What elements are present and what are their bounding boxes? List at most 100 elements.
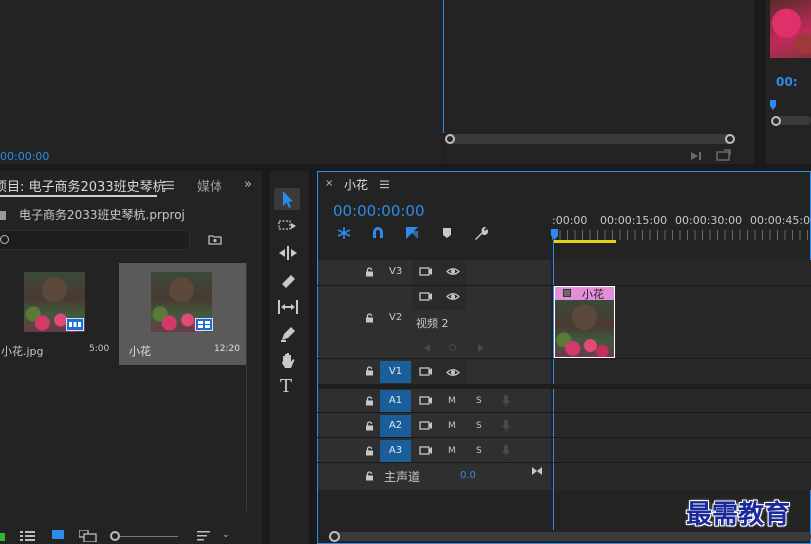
v3-lock-icon[interactable] [365,267,374,277]
sequence-badge-icon [195,318,213,331]
a2-solo-button[interactable]: S [476,421,482,431]
project-bin-icon [0,211,6,220]
a3-lock-icon[interactable] [365,446,374,456]
v1-source-patch[interactable]: V1 [380,361,411,383]
program-scroll-handle[interactable] [771,116,781,126]
media-browser-tab[interactable]: 媒体 [197,176,221,195]
a1-voiceover-mic-icon[interactable] [502,394,510,408]
v2-toggle-output-icon[interactable] [419,291,433,302]
icon-view-icon[interactable] [52,530,64,539]
v2-eye-icon[interactable] [446,292,460,301]
still-image-badge-icon [66,318,84,331]
list-view-icon[interactable] [20,530,36,542]
a2-source-patch[interactable]: A2 [380,415,411,437]
zoom-slider-track[interactable] [116,536,178,537]
type-tool-icon[interactable]: T [280,378,292,396]
selection-tool-icon[interactable] [274,188,300,210]
freeform-view-icon[interactable] [79,530,97,542]
master-track-label: 主声道 [384,470,421,484]
snap-icon[interactable] [371,226,385,240]
v3-eye-icon[interactable] [446,267,460,276]
close-tab-icon[interactable]: × [325,178,333,189]
clip-fx-badge-icon [563,289,571,297]
item-2-duration: 12:20 [214,344,240,354]
search-input[interactable] [0,230,190,250]
v3-label: V3 [389,266,403,277]
timeline-settings-wrench-icon[interactable] [472,225,488,241]
razor-tool-icon[interactable] [279,272,297,288]
a3-source-patch[interactable]: A3 [380,440,411,462]
v2-divider [317,358,811,359]
tools-timeline-divider [309,171,317,544]
new-bin-from-search-icon[interactable] [208,234,222,245]
hand-tool-icon[interactable] [279,352,297,370]
timeline-menu-icon[interactable] [380,180,390,189]
export-frame-icon[interactable] [690,150,704,162]
ripple-edit-tool-icon[interactable] [278,245,298,261]
watermark-text: 最需教育 [686,500,791,530]
timeline-scroll-handle[interactable] [329,531,340,542]
project-filename: 电子商务2033班史琴杭.prproj [19,208,185,222]
timeline-timecode[interactable]: 00:00:00:00 [333,202,425,220]
slip-tool-icon[interactable] [277,299,299,315]
a3-toggle-output-icon[interactable] [419,445,433,456]
pen-tool-icon[interactable] [279,325,297,343]
master-lock-icon[interactable] [365,471,374,481]
workspace-separator [0,164,811,171]
a3-solo-button[interactable]: S [476,446,482,456]
v2-label: V2 [389,312,403,323]
a3-voiceover-mic-icon[interactable] [502,444,510,458]
project-tools-divider [262,171,270,544]
panel-menu-icon[interactable] [163,180,175,190]
work-area-bar[interactable] [554,240,616,243]
ruler-label-0: :00:00 [552,214,588,227]
a3-mute-button[interactable]: M [448,446,456,456]
prev-keyframe-icon[interactable] [423,343,431,353]
zoom-slider-handle[interactable] [110,531,120,541]
a1-mute-button[interactable]: M [448,396,456,406]
v2-track-name[interactable]: 视频 2 [416,315,449,331]
program-monitor-timecode[interactable]: 00: [776,75,798,89]
add-keyframe-icon[interactable] [449,344,456,351]
a1-lock-icon[interactable] [365,396,374,406]
sort-dropdown-chevron-icon[interactable]: ⌄ [222,530,230,540]
nest-toggle-icon[interactable] [336,226,352,240]
lock-bin-icon[interactable] [0,533,5,541]
track-select-tool-icon[interactable] [278,218,298,234]
sequence-tab-title[interactable]: 小花 [344,176,368,193]
source-monitor-timecode[interactable]: 00:00:00 [0,150,49,163]
project-tab-title[interactable]: 项目: 电子商务2033班史琴杭 [0,176,166,195]
video-audio-separator[interactable] [318,384,811,389]
a1-source-patch[interactable]: A1 [380,390,411,412]
video-clip[interactable]: 小花 [554,286,615,358]
scroll-handle-right[interactable] [725,134,735,144]
sort-icons-icon[interactable] [197,530,211,542]
a3-divider [317,462,811,463]
project-tab-underline [0,195,157,197]
go-to-out-point-icon[interactable] [531,466,543,476]
scroll-handle-left[interactable] [445,134,455,144]
a2-lock-icon[interactable] [365,421,374,431]
share-icon[interactable] [716,149,732,161]
v3-toggle-output-icon[interactable] [419,266,433,277]
next-keyframe-icon[interactable] [477,343,485,353]
a1-solo-button[interactable]: S [476,396,482,406]
v2-lock-icon[interactable] [365,313,374,323]
linked-selection-icon[interactable] [404,225,420,241]
a2-voiceover-mic-icon[interactable] [502,419,510,433]
a2-mute-button[interactable]: M [448,421,456,431]
program-scrollbar[interactable] [446,134,734,144]
time-ruler-ticks[interactable] [552,230,811,240]
item-1-duration: 5:00 [89,344,110,354]
v1-lock-icon[interactable] [365,366,374,376]
project-scrollbar[interactable] [246,263,247,511]
v1-toggle-output-icon[interactable] [419,366,433,377]
a2-toggle-output-icon[interactable] [419,420,433,431]
master-volume-value[interactable]: 0.0 [460,470,476,481]
panel-divider[interactable] [754,0,766,164]
v1-eye-icon[interactable] [446,368,460,377]
timeline-scrollbar[interactable] [331,532,811,541]
overflow-chevron-icon[interactable]: » [244,177,252,192]
a1-toggle-output-icon[interactable] [419,395,433,406]
add-marker-icon[interactable] [442,227,452,239]
